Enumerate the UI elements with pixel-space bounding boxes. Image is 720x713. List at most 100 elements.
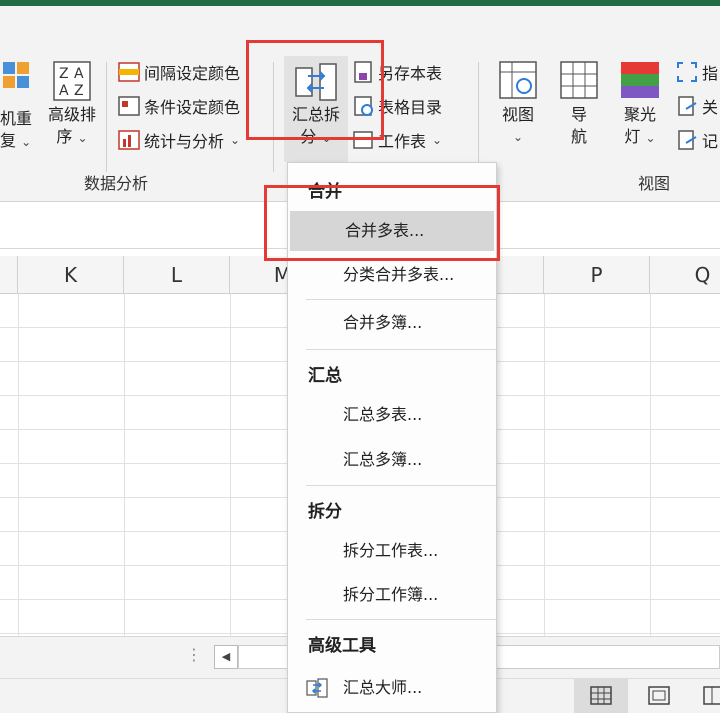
chevron-down-icon: ⌄ [432,133,443,147]
divider [273,62,274,172]
summary-split-label-1: 汇总拆 [291,105,340,124]
view-label: 视图 [501,105,534,124]
record-icon [678,130,697,150]
chevron-down-icon: ⌄ [21,135,32,149]
gridline [650,294,651,636]
nav-button[interactable]: 导 航 [556,60,602,148]
focus-icon [677,62,697,82]
sort-az-icon: Z A A Z [53,61,91,101]
save-as-button[interactable]: 另存本表 [352,58,442,86]
menu-item-split-workbook[interactable]: 拆分工作簿... [288,575,496,615]
menu-divider [306,619,496,620]
group-data-label: 数据分析 [84,174,149,193]
svg-text:Z: Z [74,83,84,99]
doc-icon [678,96,697,116]
page-break-icon [703,686,720,705]
divider [478,62,479,172]
view-button[interactable]: 视图 ⌄ [494,60,542,148]
reorder-label-2: 复 ⌄ [0,131,32,150]
scroll-left-button[interactable]: ◀ [214,645,238,669]
right-tool-1[interactable]: 指 [676,58,718,86]
condition-icon [118,96,140,116]
menu-item-summary-master[interactable]: 汇总大师... [288,668,496,708]
save-as-label: 另存本表 [378,64,443,83]
column-header-q[interactable]: Q [650,256,720,294]
chevron-down-icon: ⌄ [77,131,88,145]
menu-section-advanced: 高级工具 [308,636,376,656]
nav-label-2: 航 [570,127,587,146]
gridline [18,294,19,636]
menu-divider [306,299,496,300]
worksheet-button[interactable]: 工作表 ⌄ [352,126,442,154]
worksheet-label: 工作表 [378,132,427,151]
right-tool-3[interactable]: 记 [676,126,718,154]
svg-text:Z: Z [59,66,69,82]
menu-section-split: 拆分 [308,502,342,522]
normal-view-icon [590,686,612,705]
random-reorder-label: 机重 复 ⌄ [0,108,40,153]
column-header-p[interactable]: P [544,256,650,294]
menu-divider [306,485,496,486]
summary-master-icon [306,678,328,698]
page-layout-button[interactable] [636,679,682,713]
worksheet-icon [353,131,373,149]
spotlight-button[interactable]: 聚光 灯 ⌄ [614,60,666,149]
menu-item-split-worksheet[interactable]: 拆分工作表... [288,531,496,571]
chevron-down-icon: ⌄ [321,131,332,145]
summary-split-button[interactable]: 汇总拆 分 ⌄ [284,56,348,162]
random-reorder-button[interactable] [0,60,40,104]
summary-master-label: 汇总大师... [343,678,423,697]
normal-view-button[interactable] [574,679,628,713]
summary-split-menu: 合并 合并多表... 分类合并多表... 合并多簿... 汇总 汇总多表... … [287,162,497,713]
menu-item-merge-sheets[interactable]: 合并多表... [290,211,494,251]
column-header-l[interactable]: L [124,256,230,294]
interval-color-button[interactable]: 间隔设定颜色 [118,58,240,86]
reorder-label-1: 机重 [0,109,33,128]
group-view-label: 视图 [638,174,671,193]
table-dir-button[interactable]: 表格目录 [352,92,442,120]
directory-icon [354,96,373,116]
nav-table-icon [560,61,598,99]
sort-label-1: 高级排 [47,105,96,124]
sort-label-2: 序 ⌄ [56,127,88,146]
right-tool-1-label: 指 [702,64,719,83]
cond-color-button[interactable]: 条件设定颜色 [118,92,240,120]
column-header-partial [0,256,18,294]
menu-item-merge-workbooks[interactable]: 合并多簿... [288,303,496,343]
menu-section-merge: 合并 [308,182,342,202]
gridline [230,294,231,636]
view-grid-icon [499,61,537,99]
cond-color-label: 条件设定颜色 [144,98,241,117]
chevron-down-icon: ⌄ [512,130,524,144]
menu-divider [306,349,496,350]
stats-button[interactable]: 统计与分析 ⌄ [118,126,240,154]
table-color-icon [118,62,140,82]
right-tool-2[interactable]: 关 [676,92,718,120]
gridline [544,294,545,636]
menu-section-summary: 汇总 [308,366,342,386]
spotlight-label-1: 聚光 [623,105,656,124]
right-tool-3-label: 记 [702,132,719,151]
split-handle-icon[interactable]: ⋮ [186,645,202,664]
table-dir-label: 表格目录 [378,98,443,117]
chevron-down-icon: ⌄ [645,131,656,145]
page-layout-icon [648,686,670,705]
column-header-k[interactable]: K [18,256,124,294]
menu-item-category-merge[interactable]: 分类合并多表... [288,255,496,295]
svg-text:A: A [59,83,69,99]
nav-label-1: 导 [570,105,587,124]
gridline [124,294,125,636]
menu-item-summary-workbooks[interactable]: 汇总多簿... [288,440,496,480]
right-tool-2-label: 关 [702,98,719,117]
chevron-down-icon: ⌄ [230,133,241,147]
spotlight-label-2: 灯 ⌄ [624,127,656,146]
advanced-sort-button[interactable]: Z A A Z 高级排 序 ⌄ [44,60,100,149]
grid-color-icon [3,62,29,88]
merge-split-icon [295,63,337,101]
page-break-button[interactable] [690,679,720,713]
stats-label: 统计与分析 [144,132,225,151]
summary-split-label-2: 分 ⌄ [300,127,332,146]
menu-item-summary-sheets[interactable]: 汇总多表... [288,395,496,435]
stats-icon [118,130,140,150]
divider [106,62,107,172]
